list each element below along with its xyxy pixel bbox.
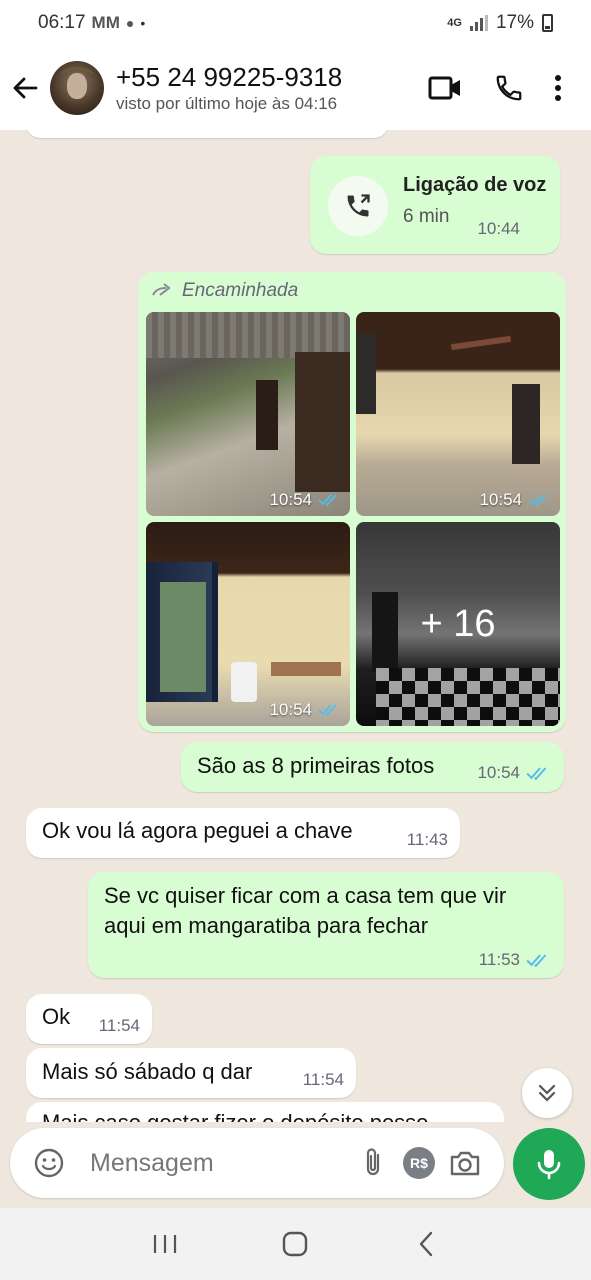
- message-notification-icon: ●: [125, 15, 135, 31]
- payment-button[interactable]: R$: [396, 1140, 442, 1186]
- message-text: Se vc quiser ficar com a casa tem que vi…: [104, 883, 507, 938]
- status-time: 06:17: [38, 12, 86, 33]
- message-outgoing-1[interactable]: São as 8 primeiras fotos 10:54: [181, 742, 564, 792]
- camera-button[interactable]: [442, 1140, 488, 1186]
- voice-call-bubble[interactable]: Ligação de voz 6 min 10:44: [310, 156, 560, 254]
- message-input-bar: Mensagem R$: [10, 1128, 504, 1198]
- photo-2[interactable]: 10:54: [356, 312, 560, 516]
- photo-1[interactable]: 10:54: [146, 312, 350, 516]
- message-meta: 10:54: [477, 763, 550, 783]
- back-nav-button[interactable]: [396, 1219, 456, 1269]
- message-incoming-3[interactable]: Mais só sábado q dar 11:54: [26, 1048, 356, 1098]
- video-call-button[interactable]: [413, 58, 477, 118]
- message-time: 11:43: [406, 830, 448, 849]
- forwarded-label-row: Encaminhada: [152, 280, 298, 302]
- call-icon-circle: [328, 176, 388, 236]
- more-options-button[interactable]: [541, 58, 575, 118]
- notification-icons: MM: [91, 13, 120, 32]
- call-time: 10:44: [477, 219, 520, 238]
- more-photos-count: + 16: [356, 522, 560, 726]
- message-time: 11:53: [478, 950, 520, 969]
- recent-apps-icon: [154, 1235, 177, 1253]
- message-time: 11:54: [302, 1070, 344, 1089]
- message-text: Mais caso gostar fizer o depósito posso: [42, 1108, 428, 1122]
- forward-arrow-icon: [152, 283, 171, 296]
- message-text: Ok: [42, 1004, 71, 1029]
- photo-4-more[interactable]: + 16: [356, 522, 560, 726]
- message-text: Ok vou lá agora peguei a chave: [42, 818, 353, 843]
- more-vertical-icon: [555, 75, 561, 101]
- system-navigation-bar: [0, 1208, 591, 1280]
- read-ticks-icon: [528, 494, 547, 506]
- voice-message-button[interactable]: [513, 1128, 585, 1200]
- double-chevron-down-icon: [538, 1084, 556, 1102]
- photo-2-timestamp: 10:54: [479, 490, 550, 510]
- message-incoming-4-partial[interactable]: Mais caso gostar fizer o depósito posso: [26, 1102, 504, 1122]
- currency-icon: R$: [403, 1147, 435, 1179]
- contact-name: +55 24 99225-9318: [116, 62, 343, 92]
- camera-icon: [450, 1151, 480, 1176]
- forwarded-photos-bubble[interactable]: Encaminhada 10:54 10:54 10:54 + 16: [138, 272, 566, 732]
- message-incoming-1[interactable]: Ok vou lá agora peguei a chave 11:43: [26, 808, 460, 858]
- voice-call-button[interactable]: [477, 58, 541, 118]
- read-ticks-icon: [318, 704, 337, 716]
- currency-label: R$: [410, 1155, 428, 1171]
- notification-dot: •: [140, 15, 146, 31]
- read-ticks-icon: [318, 494, 337, 506]
- last-seen: visto por último hoje às 04:16: [116, 94, 338, 113]
- outgoing-call-icon: [347, 194, 370, 217]
- call-title: Ligação de voz: [403, 174, 547, 196]
- back-chevron-icon: [419, 1231, 433, 1257]
- photo-3-timestamp: 10:54: [269, 700, 340, 720]
- signal-icon: [469, 15, 488, 31]
- read-ticks-icon: [526, 766, 547, 780]
- emoji-icon: [34, 1148, 64, 1178]
- network-type: 4G: [447, 17, 462, 29]
- photo-1-timestamp: 10:54: [269, 490, 340, 510]
- paperclip-icon: [366, 1148, 380, 1176]
- message-text: São as 8 primeiras fotos: [197, 753, 435, 778]
- message-text: Mais só sábado q dar: [42, 1059, 253, 1084]
- message-incoming-2[interactable]: Ok 11:54: [26, 994, 152, 1044]
- scroll-to-bottom-button[interactable]: [522, 1068, 572, 1118]
- message-meta: 11:53: [479, 950, 550, 970]
- message-time: 11:54: [98, 1016, 140, 1035]
- photo-3[interactable]: 10:54: [146, 522, 350, 726]
- chat-header: +55 24 99225-9318 visto por último hoje …: [0, 46, 591, 130]
- home-button[interactable]: [265, 1219, 325, 1269]
- contact-avatar[interactable]: [50, 61, 104, 115]
- read-ticks-icon: [526, 953, 547, 967]
- back-arrow-icon: [13, 77, 38, 99]
- phone-icon: [496, 75, 522, 101]
- back-button[interactable]: [0, 46, 50, 130]
- message-input[interactable]: Mensagem: [90, 1149, 350, 1178]
- contact-info[interactable]: +55 24 99225-9318 visto por último hoje …: [116, 62, 413, 114]
- battery-text: 17%: [495, 12, 534, 33]
- home-icon: [283, 1231, 308, 1257]
- chat-area[interactable]: Ligação de voz 6 min 10:44 Encaminhada 1…: [0, 130, 591, 1122]
- status-bar: 06:17 MM ● • 4G 17%: [0, 0, 591, 46]
- video-camera-icon: [428, 76, 460, 100]
- recent-apps-button[interactable]: [135, 1219, 195, 1269]
- microphone-icon: [537, 1150, 561, 1180]
- call-duration: 6 min: [403, 206, 450, 227]
- forwarded-label: Encaminhada: [182, 280, 299, 301]
- emoji-button[interactable]: [26, 1140, 72, 1186]
- attach-button[interactable]: [350, 1140, 396, 1186]
- battery-icon: [542, 14, 553, 32]
- message-outgoing-2[interactable]: Se vc quiser ficar com a casa tem que vi…: [88, 872, 564, 978]
- partial-message-bubble[interactable]: [26, 130, 388, 138]
- message-time: 10:54: [477, 763, 520, 782]
